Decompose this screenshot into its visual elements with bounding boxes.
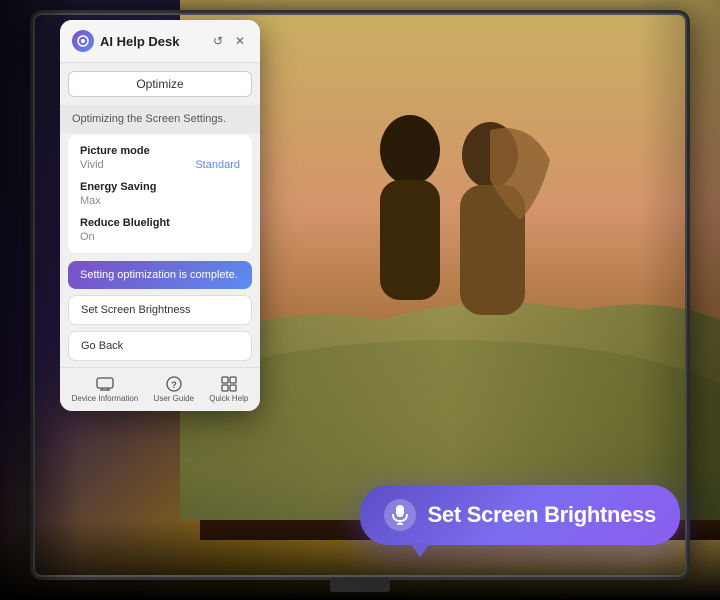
setting-label-picture-mode: Picture mode <box>80 145 240 157</box>
monitor-icon <box>95 376 115 392</box>
setting-row-reduce-bluelight: Reduce Bluelight On <box>80 217 240 243</box>
ai-helpdesk-panel: AI Help Desk ↺ ✕ Optimize Optimizing the… <box>60 20 260 411</box>
svg-text:?: ? <box>171 380 177 390</box>
nav-item-device-info[interactable]: Device Information <box>72 376 139 403</box>
voice-command-text: Set Screen Brightness <box>428 502 656 528</box>
optimization-complete-text: Setting optimization is complete. <box>80 269 238 281</box>
setting-label-reduce-bluelight: Reduce Bluelight <box>80 217 240 229</box>
nav-item-user-guide[interactable]: ? User Guide <box>154 376 194 403</box>
close-button[interactable]: ✕ <box>232 33 248 49</box>
setting-value-energy-saving: Max <box>80 195 240 207</box>
panel-header-left: AI Help Desk <box>72 30 179 52</box>
panel-title: AI Help Desk <box>100 34 179 49</box>
set-screen-brightness-button[interactable]: Set Screen Brightness <box>68 295 252 325</box>
setting-label-energy-saving: Energy Saving <box>80 181 240 193</box>
set-brightness-label: Set Screen Brightness <box>81 304 190 316</box>
ai-logo-icon <box>72 30 94 52</box>
panel-controls: ↺ ✕ <box>210 33 248 49</box>
panel-header: AI Help Desk ↺ ✕ <box>60 20 260 63</box>
reduce-bluelight-value: On <box>80 231 95 243</box>
picture-mode-current: Vivid <box>80 159 104 171</box>
optimize-button[interactable]: Optimize <box>68 71 252 97</box>
nav-item-quick-help[interactable]: Quick Help <box>209 376 248 403</box>
optimizing-text: Optimizing the Screen Settings. <box>72 113 226 125</box>
go-back-button[interactable]: Go Back <box>68 331 252 361</box>
setting-value-reduce-bluelight: On <box>80 231 240 243</box>
nav-label-device-info: Device Information <box>72 394 139 403</box>
settings-box: Picture mode Vivid Standard Energy Savin… <box>68 135 252 253</box>
setting-row-energy-saving: Energy Saving Max <box>80 181 240 207</box>
tv-stand <box>330 578 390 592</box>
go-back-label: Go Back <box>81 340 123 352</box>
setting-value-picture-mode: Vivid Standard <box>80 159 240 171</box>
nav-label-quick-help: Quick Help <box>209 394 248 403</box>
panel-nav: Device Information ? User Guide Quick <box>60 367 260 411</box>
energy-saving-value: Max <box>80 195 101 207</box>
question-icon: ? <box>164 376 184 392</box>
voice-command-bubble: Set Screen Brightness <box>360 485 680 545</box>
optimizing-status: Optimizing the Screen Settings. <box>60 105 260 133</box>
optimization-complete-banner: Setting optimization is complete. <box>68 261 252 289</box>
grid-icon <box>219 376 239 392</box>
picture-mode-recommended: Standard <box>195 159 240 171</box>
setting-row-picture-mode: Picture mode Vivid Standard <box>80 145 240 171</box>
nav-label-user-guide: User Guide <box>154 394 194 403</box>
refresh-button[interactable]: ↺ <box>210 33 226 49</box>
microphone-icon <box>384 499 416 531</box>
